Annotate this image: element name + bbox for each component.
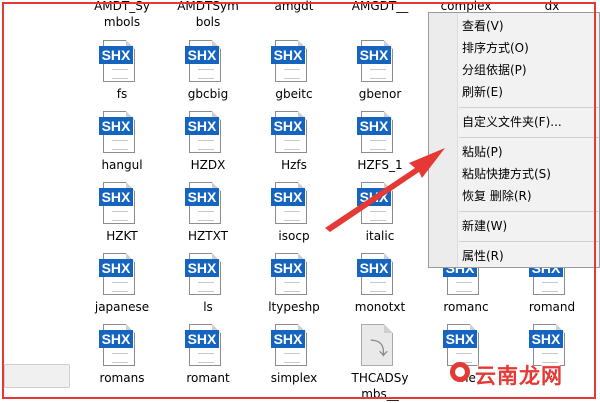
file-item[interactable]: SHX isocp	[254, 182, 334, 252]
menu-separator	[459, 137, 599, 138]
menu-item-view[interactable]: 查看(V)	[462, 17, 504, 35]
file-item[interactable]: SHX HZTXT	[168, 182, 248, 252]
shx-file-icon: SHX	[271, 253, 311, 297]
file-item[interactable]: SHX ls	[168, 253, 248, 323]
file-label: HZFS_1	[357, 158, 403, 172]
file-label: HZTXT	[188, 229, 228, 243]
shx-file-icon: SHX	[271, 40, 311, 84]
generic-file-icon: ⤵	[357, 324, 397, 368]
file-label: simplex	[270, 371, 318, 385]
file-label: THCADSy mbs__	[351, 371, 409, 401]
shx-file-icon: SHX	[185, 324, 225, 368]
file-label: HZKT	[106, 229, 138, 243]
menu-separator	[459, 241, 599, 242]
shx-file-icon: SHX	[99, 253, 139, 297]
shx-file-icon: SHX	[357, 182, 397, 226]
menu-item-paste-shortcut[interactable]: 粘贴快捷方式(S)	[462, 165, 551, 183]
file-label: ls	[203, 300, 213, 314]
shx-file-icon: SHX	[357, 111, 397, 155]
file-label: Hzfs	[281, 158, 307, 172]
shx-file-icon: SHX	[99, 40, 139, 84]
shx-file-icon: SHX	[271, 182, 311, 226]
file-label: gbeitc	[275, 87, 313, 101]
watermark-logo-icon	[450, 362, 470, 382]
file-label: gbenor	[358, 87, 402, 101]
file-item[interactable]: SHX HZDX	[168, 111, 248, 181]
shx-file-icon: SHX	[357, 253, 397, 297]
file-label: hangul	[101, 158, 143, 172]
menu-item-group[interactable]: 分组依据(P)	[462, 61, 527, 79]
file-item[interactable]: SHX japanese	[82, 253, 162, 323]
file-label[interactable]: AMGDT__	[336, 0, 424, 14]
shx-file-icon: SHX	[99, 324, 139, 368]
menu-item-new[interactable]: 新建(W)	[462, 217, 507, 235]
file-label: isocp	[278, 229, 310, 243]
file-item[interactable]: SHX hangul	[82, 111, 162, 181]
file-label: romand	[528, 300, 576, 314]
file-item[interactable]: SHX gbenor	[340, 40, 420, 110]
context-menu: 查看(V) 排序方式(O) 分组依据(P) 刷新(E) 自定义文件夹(F)...…	[428, 12, 600, 268]
file-label[interactable]: AMDTSym bols	[164, 0, 252, 30]
shx-file-icon: SHX	[185, 40, 225, 84]
shx-file-icon: SHX	[99, 111, 139, 155]
watermark-text: 云南龙网	[475, 364, 563, 388]
file-item[interactable]: SHX gbcbig	[168, 40, 248, 110]
file-item[interactable]: SHX fs	[82, 40, 162, 110]
shx-file-icon: SHX	[99, 182, 139, 226]
scrollbar[interactable]	[4, 364, 70, 388]
file-label: gbcbig	[187, 87, 229, 101]
file-label: HZDX	[190, 158, 226, 172]
file-item[interactable]: SHX romans	[82, 324, 162, 394]
file-item[interactable]: SHX simplex	[254, 324, 334, 394]
shx-file-icon: SHX	[271, 324, 311, 368]
file-label: romans	[99, 371, 145, 385]
menu-item-undo-delete[interactable]: 恢复 删除(R)	[462, 187, 532, 205]
file-label: japanese	[94, 300, 150, 314]
menu-item-sort[interactable]: 排序方式(O)	[462, 39, 529, 57]
file-label: romant	[186, 371, 230, 385]
menu-item-refresh[interactable]: 刷新(E)	[462, 83, 503, 101]
file-item[interactable]: SHX monotxt	[340, 253, 420, 323]
file-label[interactable]: amgdt	[250, 0, 338, 14]
menu-separator	[459, 107, 599, 108]
file-label: monotxt	[354, 300, 406, 314]
file-label: italic	[365, 229, 395, 243]
file-item[interactable]: SHX romant	[168, 324, 248, 394]
file-item[interactable]: SHX ltypeshp	[254, 253, 334, 323]
shx-file-icon: SHX	[185, 182, 225, 226]
menu-separator	[459, 211, 599, 212]
file-label: ltypeshp	[268, 300, 320, 314]
shx-file-icon: SHX	[271, 111, 311, 155]
file-item[interactable]: SHX gbeitc	[254, 40, 334, 110]
file-item[interactable]: SHX HZFS_1	[340, 111, 420, 181]
shx-file-icon: SHX	[185, 253, 225, 297]
explorer-window: AMDT_Sy mbols AMDTSym bols amgdt AMGDT__…	[0, 0, 600, 403]
menu-item-paste[interactable]: 粘贴(P)	[462, 143, 503, 161]
shx-file-icon: SHX	[185, 111, 225, 155]
file-item[interactable]: SHX Hzfs	[254, 111, 334, 181]
file-item[interactable]: SHX italic	[340, 182, 420, 252]
shx-file-icon: SHX	[357, 40, 397, 84]
file-label: romanc	[443, 300, 489, 314]
menu-item-customize-folder[interactable]: 自定义文件夹(F)...	[462, 113, 562, 131]
file-item[interactable]: SHX HZKT	[82, 182, 162, 252]
menu-icon-strip	[429, 13, 458, 267]
menu-item-properties[interactable]: 属性(R)	[462, 247, 504, 265]
navigation-pane	[0, 0, 82, 403]
file-label[interactable]: AMDT_Sy mbols	[78, 0, 166, 30]
file-item[interactable]: ⤵ THCADSy mbs__	[340, 324, 420, 401]
file-label: fs	[116, 87, 128, 101]
